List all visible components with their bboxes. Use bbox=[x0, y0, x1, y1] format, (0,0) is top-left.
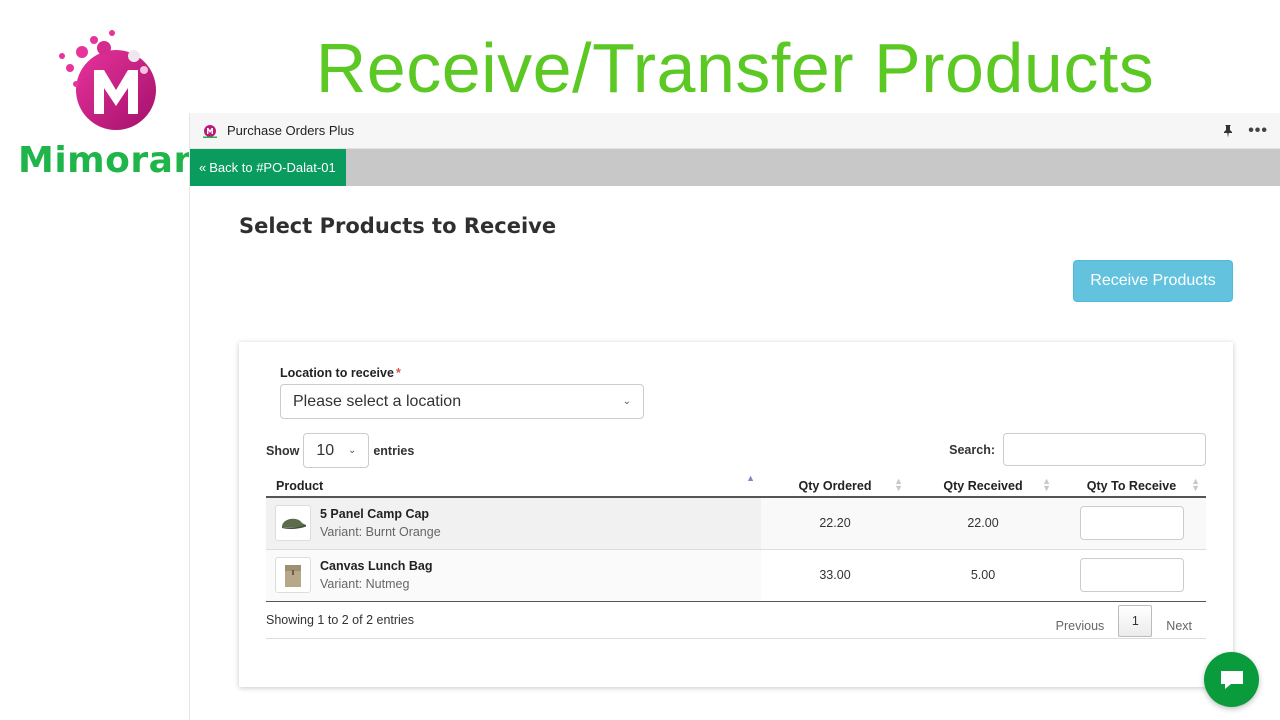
product-thumbnail bbox=[275, 505, 311, 542]
chat-button[interactable] bbox=[1204, 652, 1259, 707]
page-title: Select Products to Receive bbox=[239, 214, 557, 238]
search-input[interactable] bbox=[1003, 433, 1206, 466]
search-control: Search: bbox=[949, 433, 1206, 466]
back-button-label: Back to #PO-Dalat-01 bbox=[209, 160, 336, 175]
column-header-product[interactable]: Product ▲ bbox=[266, 473, 761, 498]
bag-icon bbox=[285, 565, 301, 587]
required-mark: * bbox=[395, 366, 401, 380]
entries-control: Show 10 ⌄ entries bbox=[266, 433, 414, 468]
column-header-qty-ordered[interactable]: Qty Ordered ▲ ▼ bbox=[761, 475, 909, 498]
product-cell: Canvas Lunch Bag Variant: Nutmeg bbox=[266, 549, 761, 602]
table-footer: Showing 1 to 2 of 2 entries Previous 1 N… bbox=[266, 605, 1206, 639]
products-table: Product ▲ Qty Ordered ▲ ▼ Qty Received ▲ ▼ Qt… bbox=[266, 473, 1206, 602]
location-select-value: Please select a location bbox=[293, 392, 462, 410]
sort-icon: ▲ ▼ bbox=[894, 476, 903, 493]
column-header-qty-received[interactable]: Qty Received ▲ ▼ bbox=[909, 475, 1057, 498]
receive-card: Location to receive * Please select a loc… bbox=[239, 342, 1233, 687]
table-info: Showing 1 to 2 of 2 entries bbox=[266, 613, 415, 627]
current-page-button[interactable]: 1 bbox=[1118, 605, 1153, 637]
next-page-button[interactable]: Next bbox=[1152, 619, 1206, 633]
column-header-qty-to-receive[interactable]: Qty To Receive ▲ ▼ bbox=[1057, 475, 1206, 498]
product-name: Canvas Lunch Bag bbox=[320, 559, 433, 573]
chevron-down-icon: ⌄ bbox=[622, 396, 631, 407]
entries-select[interactable]: 10 ⌄ bbox=[303, 433, 370, 468]
qty-received-cell: 22.00 bbox=[909, 497, 1057, 550]
app-frame: Purchase Orders Plus ••• « Back to #PO-D… bbox=[189, 113, 1280, 720]
product-variant: Variant: Burnt Orange bbox=[320, 525, 441, 540]
sort-icon: ▲ ▼ bbox=[1191, 476, 1200, 493]
table-row: 5 Panel Camp Cap Variant: Burnt Orange 2… bbox=[266, 497, 1206, 550]
cap-icon bbox=[282, 519, 306, 530]
mimoran-logo-text: Mimoran bbox=[18, 140, 200, 181]
location-label: Location to receive * bbox=[280, 366, 401, 380]
app-header-actions: ••• bbox=[1222, 122, 1268, 139]
pin-icon[interactable] bbox=[1222, 124, 1234, 138]
product-cell: 5 Panel Camp Cap Variant: Burnt Orange bbox=[266, 497, 761, 550]
mimoran-logo-icon bbox=[59, 30, 156, 130]
sort-asc-icon: ▲ bbox=[746, 473, 755, 483]
chat-icon bbox=[1220, 670, 1243, 689]
mimoran-logo: Mimoran bbox=[14, 22, 199, 182]
search-label: Search: bbox=[949, 442, 995, 457]
more-icon[interactable]: ••• bbox=[1248, 122, 1268, 139]
qty-to-receive-input[interactable] bbox=[1079, 506, 1184, 541]
qty-ordered-cell: 22.20 bbox=[761, 497, 909, 550]
qty-received-cell: 5.00 bbox=[909, 549, 1057, 602]
app-header: Purchase Orders Plus ••• bbox=[190, 113, 1280, 149]
back-button[interactable]: « Back to #PO-Dalat-01 bbox=[190, 149, 346, 186]
product-name: 5 Panel Camp Cap bbox=[320, 507, 430, 522]
table-header-row: Product ▲ Qty Ordered ▲ ▼ Qty Received ▲ ▼ Qt… bbox=[266, 473, 1206, 498]
app-title: Purchase Orders Plus bbox=[227, 123, 355, 138]
show-label: Show bbox=[266, 443, 300, 458]
product-variant: Variant: Nutmeg bbox=[320, 577, 410, 591]
qty-ordered-cell: 33.00 bbox=[761, 549, 909, 602]
previous-page-button[interactable]: Previous bbox=[1042, 619, 1119, 633]
entries-label: entries bbox=[373, 443, 415, 458]
qty-to-receive-cell bbox=[1057, 497, 1206, 550]
table-row: Canvas Lunch Bag Variant: Nutmeg 33.00 5… bbox=[266, 549, 1206, 602]
app-logo-icon bbox=[203, 124, 217, 138]
receive-products-button[interactable]: Receive Products bbox=[1073, 260, 1233, 302]
slide-headline: Receive/Transfer Products bbox=[315, 29, 1155, 107]
product-thumbnail bbox=[275, 557, 311, 593]
qty-to-receive-input[interactable] bbox=[1079, 558, 1184, 592]
double-chevron-left-icon: « bbox=[199, 160, 207, 175]
pagination: Previous 1 Next bbox=[1042, 605, 1206, 637]
chevron-down-icon: ⌄ bbox=[347, 445, 357, 456]
location-select[interactable]: Please select a location ⌄ bbox=[280, 384, 644, 419]
app-navbar: « Back to #PO-Dalat-01 bbox=[190, 149, 1280, 186]
sort-icon: ▲ ▼ bbox=[1042, 476, 1051, 493]
qty-to-receive-cell bbox=[1057, 549, 1206, 602]
entries-select-value: 10 bbox=[316, 441, 335, 459]
